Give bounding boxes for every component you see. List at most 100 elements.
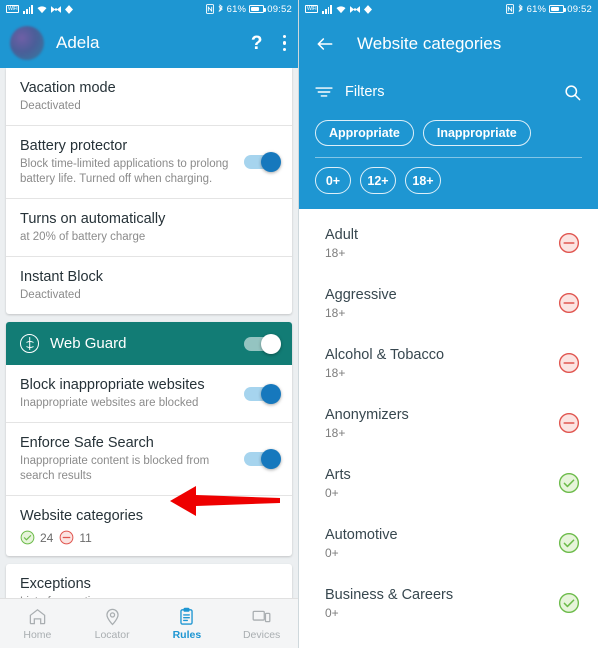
category-name: Aggressive (325, 287, 397, 303)
list-item[interactable]: Alcohol & Tobacco 18+ (299, 333, 598, 393)
chip-age-12[interactable]: 12+ (360, 167, 396, 194)
battery-protector-toggle[interactable] (244, 152, 281, 172)
row-title: Turns on automatically (20, 211, 166, 227)
web-guard-header: Web Guard (6, 322, 292, 365)
left-app-bar: Adela ? (0, 18, 298, 68)
row-subtitle: Inappropriate content is blocked from se… (20, 455, 210, 482)
blocked-count-value: 11 (79, 530, 92, 545)
category-name: Business & Careers (325, 587, 454, 603)
age-chips: 0+ 12+ 18+ (299, 158, 598, 207)
category-age: 0+ (325, 486, 339, 500)
category-age: 0+ (325, 606, 339, 620)
clipboard-icon (177, 607, 196, 626)
web-guard-toggle[interactable] (244, 333, 281, 354)
list-item[interactable]: Aggressive 18+ (299, 273, 598, 333)
list-item[interactable]: Business & Careers 0+ (299, 573, 598, 633)
category-name: Arts (325, 467, 351, 483)
chip-age-18[interactable]: 18+ (405, 167, 441, 194)
category-age: 18+ (325, 366, 346, 380)
clock: 09:52 (267, 3, 292, 15)
check-circle-icon[interactable] (558, 472, 580, 494)
signal-bars-icon (322, 4, 332, 14)
vpn-icon (349, 5, 360, 14)
row-subtitle: Deactivated (20, 289, 81, 301)
list-item[interactable]: Arts 0+ (299, 453, 598, 513)
vpn-icon (50, 5, 61, 14)
allowed-count: 24 (20, 530, 53, 545)
diamond-icon (64, 4, 73, 14)
category-name: Adult (325, 227, 359, 243)
chip-appropriate[interactable]: Appropriate (315, 120, 414, 146)
row-title: Enforce Safe Search (20, 435, 154, 451)
check-circle-icon[interactable] (558, 532, 580, 554)
chip-inappropriate[interactable]: Inappropriate (422, 120, 531, 146)
check-circle-icon[interactable] (558, 592, 580, 614)
list-item[interactable]: Adult 18+ (299, 213, 598, 273)
category-age: 0+ (325, 546, 339, 560)
row-subtitle: Block time-limited applications to prolo… (20, 158, 229, 185)
page-title: Website categories (357, 34, 502, 53)
nav-item-locator[interactable]: Locator (75, 607, 150, 641)
right-phone-screen: WIFI 61% 09:52 Website categories Filter… (299, 0, 598, 648)
row-title: Vacation mode (20, 80, 116, 96)
status-bar-left: WIFI 61% 09:52 (0, 0, 298, 18)
filter-icon (315, 87, 333, 97)
minus-circle-icon[interactable] (558, 412, 580, 434)
annotation-arrow-icon (170, 486, 280, 516)
avatar[interactable] (10, 26, 44, 60)
minus-circle-icon[interactable] (558, 292, 580, 314)
row-title: Battery protector (20, 138, 128, 154)
nav-label: Devices (242, 628, 281, 641)
battery-icon (549, 5, 567, 13)
row-title: Exceptions (20, 576, 91, 592)
nfc-icon (205, 4, 214, 14)
status-bar-left-icons: WIFI (305, 4, 372, 14)
minus-circle-icon[interactable] (558, 232, 580, 254)
globe-icon (20, 334, 39, 353)
nav-label: Locator (94, 628, 130, 641)
status-bar-right-icons: 61% 09:52 (505, 3, 592, 15)
battery-percent: 61% (226, 3, 247, 15)
left-phone-screen: WIFI 61% 09:52 Adela ? Vacation mode Dea… (0, 0, 299, 648)
overflow-menu-icon[interactable] (282, 34, 286, 52)
row-instant-block[interactable]: Instant Block Deactivated (6, 257, 292, 314)
category-list[interactable]: Adult 18+ Aggressive 18+ Alcohol & Tobac… (299, 209, 598, 633)
list-item[interactable]: Anonymizers 18+ (299, 393, 598, 453)
nav-label: Home (23, 628, 52, 641)
block-inappropriate-toggle[interactable] (244, 383, 281, 404)
chip-age-0[interactable]: 0+ (315, 167, 351, 194)
bluetooth-icon (517, 4, 524, 14)
minus-circle-icon[interactable] (558, 352, 580, 374)
app-bar-top: Website categories (299, 18, 598, 70)
safe-search-toggle[interactable] (244, 449, 281, 469)
category-age: 18+ (325, 426, 346, 440)
nav-item-home[interactable]: Home (0, 607, 75, 641)
filters-bar[interactable]: Filters (299, 70, 598, 114)
right-app-bar: Website categories Filters Appropriate I… (299, 18, 598, 209)
allowed-count-value: 24 (40, 530, 54, 545)
row-vacation-mode[interactable]: Vacation mode Deactivated (6, 68, 292, 126)
back-arrow-icon[interactable] (315, 34, 335, 54)
home-icon (28, 607, 47, 626)
search-icon[interactable] (563, 83, 582, 102)
row-battery-protector[interactable]: Battery protector Block time-limited app… (6, 126, 292, 199)
help-icon[interactable]: ? (251, 34, 263, 53)
web-guard-title: Web Guard (50, 335, 127, 352)
row-subtitle: Inappropriate websites are blocked (20, 397, 199, 409)
diamond-icon (363, 4, 372, 14)
row-turns-on-automatically[interactable]: Turns on automatically at 20% of battery… (6, 199, 292, 257)
page-title: Adela (56, 33, 100, 52)
list-item[interactable]: Automotive 0+ (299, 513, 598, 573)
nav-item-devices[interactable]: Devices (224, 607, 298, 641)
status-bar-right: WIFI 61% 09:52 (299, 0, 598, 18)
location-pin-icon (103, 607, 122, 626)
row-subtitle: at 20% of battery charge (20, 231, 146, 243)
status-bar-right-icons: 61% 09:52 (205, 3, 292, 15)
general-settings-card: Vacation mode Deactivated Battery protec… (6, 68, 292, 314)
clock: 09:52 (567, 3, 592, 15)
nav-item-rules[interactable]: Rules (150, 607, 225, 641)
row-block-inappropriate-websites[interactable]: Block inappropriate websites Inappropria… (6, 365, 292, 423)
settings-scroll-area[interactable]: Vacation mode Deactivated Battery protec… (0, 68, 298, 648)
appropriateness-chips: Appropriate Inappropriate (299, 114, 598, 146)
devices-icon (252, 607, 271, 626)
